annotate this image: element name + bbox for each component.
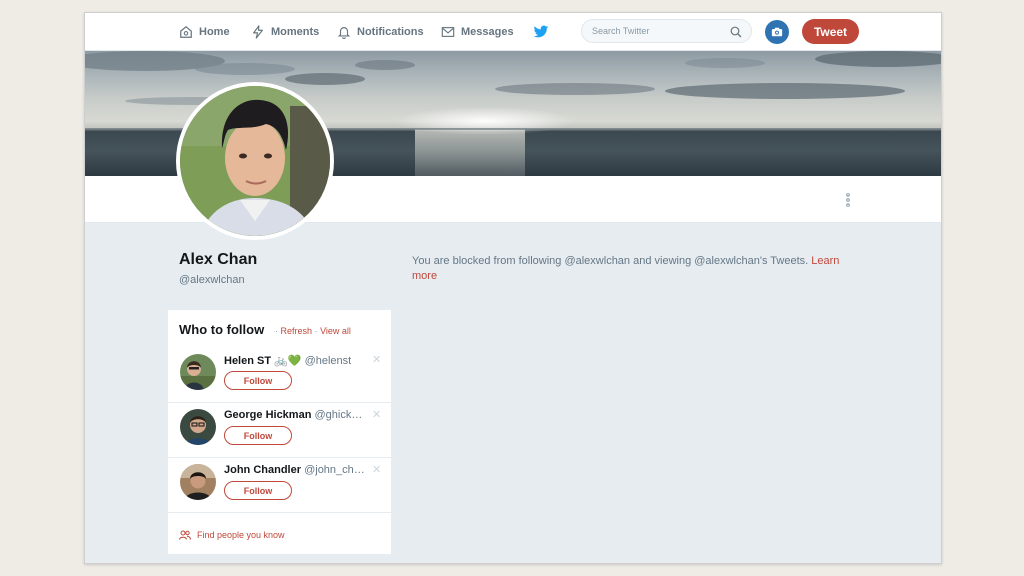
nav-home[interactable]: Home <box>179 13 230 50</box>
nav-home-label: Home <box>199 25 230 38</box>
user-name-line[interactable]: George Hickman @ghick… <box>224 409 362 421</box>
user-photo <box>180 464 216 500</box>
twitter-logo[interactable] <box>533 13 549 50</box>
follow-button[interactable]: Follow <box>224 371 292 390</box>
tweet-button[interactable]: Tweet <box>802 19 859 44</box>
profile-handle: @alexwlchan <box>179 274 245 286</box>
search-icon[interactable] <box>730 26 742 38</box>
profile-name: Alex Chan <box>179 251 258 268</box>
dismiss-icon[interactable]: ✕ <box>372 353 381 366</box>
bell-icon <box>337 26 351 39</box>
blocked-message: You are blocked from following @alexwlch… <box>412 255 809 267</box>
avatar[interactable] <box>180 409 216 445</box>
browser-window: Home Moments Notifications Messages Twee… <box>84 12 942 564</box>
user-name: George Hickman <box>224 409 312 421</box>
more-options-icon[interactable] <box>843 192 853 208</box>
suggested-user: George Hickman @ghick… ✕ Follow <box>168 403 391 458</box>
who-to-follow-panel: Who to follow · Refresh · View all Helen… <box>168 310 391 554</box>
lightning-icon <box>253 24 263 39</box>
twitter-bird-icon <box>533 25 549 37</box>
who-to-follow-links: · Refresh · View all <box>275 326 351 336</box>
suggested-user: Helen ST 🚲💚 @helenst ✕ Follow <box>168 348 391 403</box>
follow-button[interactable]: Follow <box>224 481 292 500</box>
search-box[interactable] <box>581 19 752 43</box>
follow-button[interactable]: Follow <box>224 426 292 445</box>
nav-messages[interactable]: Messages <box>441 13 514 50</box>
nav-moments-label: Moments <box>271 25 320 38</box>
find-people-label: Find people you know <box>197 530 285 540</box>
avatar[interactable] <box>180 354 216 390</box>
camera-icon <box>771 27 783 37</box>
user-handle: @helenst <box>304 355 352 367</box>
user-photo <box>180 409 216 445</box>
nav-moments[interactable]: Moments <box>251 13 319 50</box>
media-button[interactable] <box>765 20 789 44</box>
nav-messages-label: Messages <box>461 25 514 38</box>
user-name: John Chandler <box>224 464 302 476</box>
user-handle: @john_ch… <box>304 464 365 476</box>
nav-notifications-label: Notifications <box>357 25 424 38</box>
user-name-line[interactable]: Helen ST 🚲💚 @helenst <box>224 354 351 367</box>
user-photo <box>180 354 216 390</box>
blocked-notice: You are blocked from following @alexwlch… <box>412 254 852 284</box>
people-icon <box>179 530 191 540</box>
avatar[interactable] <box>180 464 216 500</box>
home-icon <box>180 25 192 38</box>
nav-notifications[interactable]: Notifications <box>337 13 424 50</box>
profile-avatar[interactable] <box>176 82 334 240</box>
user-name: Helen ST 🚲💚 <box>224 355 302 367</box>
profile-photo <box>180 86 330 236</box>
who-to-follow-title: Who to follow <box>179 322 265 337</box>
search-input[interactable] <box>592 24 722 38</box>
find-people-link[interactable]: Find people you know <box>179 530 285 540</box>
view-all-link[interactable]: View all <box>320 326 351 336</box>
dismiss-icon[interactable]: ✕ <box>372 463 381 476</box>
suggested-user: John Chandler @john_ch… ✕ Follow <box>168 458 391 513</box>
top-nav: Home Moments Notifications Messages Twee… <box>85 13 941 51</box>
user-name-line[interactable]: John Chandler @john_ch… <box>224 464 365 476</box>
dismiss-icon[interactable]: ✕ <box>372 408 381 421</box>
user-handle: @ghick… <box>314 409 363 421</box>
refresh-link[interactable]: Refresh <box>281 326 313 336</box>
envelope-icon <box>441 26 455 37</box>
